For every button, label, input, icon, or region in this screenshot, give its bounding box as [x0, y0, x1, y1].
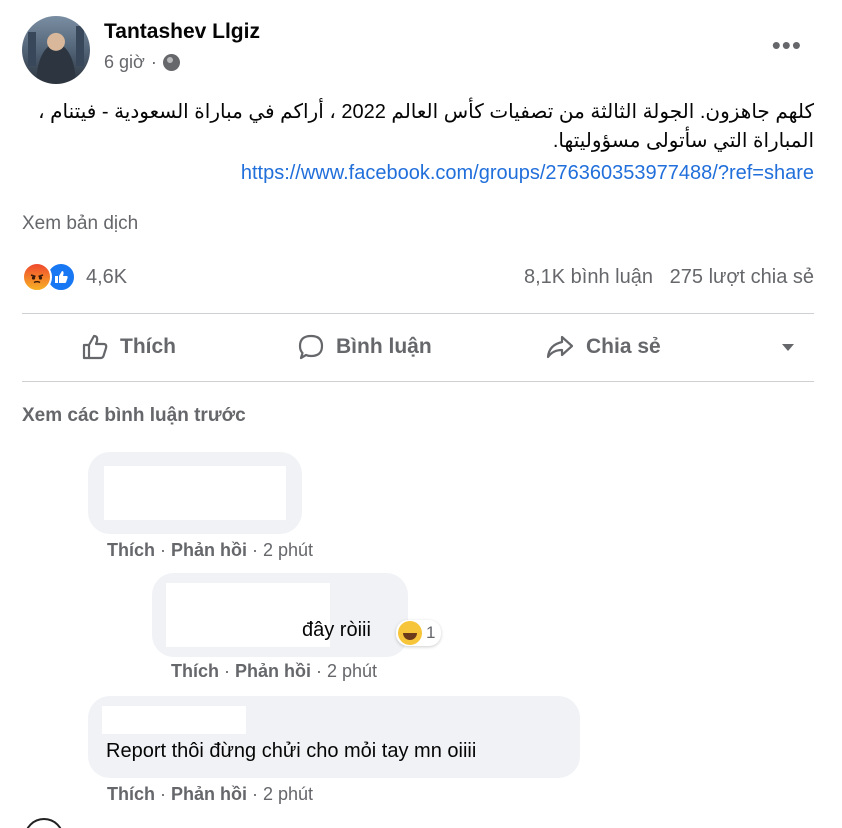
comment-reply-link[interactable]: Phản hồi	[171, 540, 247, 560]
comment-label: Bình luận	[336, 335, 432, 358]
comment-reply-link[interactable]: Phản hồi	[171, 784, 247, 804]
like-button[interactable]: Thích	[80, 332, 176, 362]
post-text: كلهم جاهزون. الجولة الثالثة من تصفيات كأ…	[38, 101, 814, 152]
comment-meta: Thích · Phản hồi · 2 phút	[107, 784, 314, 804]
comment-icon	[298, 334, 324, 360]
comment-reaction-count: 1	[426, 623, 436, 642]
redacted-content	[104, 466, 286, 520]
haha-icon	[398, 621, 422, 645]
post-meta: 6 giờ ·	[104, 52, 180, 73]
reactions-summary[interactable]: 4,6K	[22, 262, 127, 292]
comment-meta: Thích · Phản hồi · 2 phút	[171, 661, 378, 681]
post-link[interactable]: https://www.facebook.com/groups/27636035…	[241, 162, 814, 185]
share-button[interactable]: Chia sẻ	[544, 332, 661, 362]
share-count[interactable]: 275 lượt chia sẻ	[670, 266, 814, 288]
divider	[22, 313, 814, 314]
avatar[interactable]	[24, 818, 64, 828]
comment-text: đây ròiii	[302, 619, 371, 641]
comment-text: Report thôi đừng chửi cho mỏi tay mn oii…	[106, 740, 477, 762]
divider	[22, 381, 814, 382]
see-translation-link[interactable]: Xem bản dịch	[22, 213, 138, 235]
more-options-icon[interactable]: •••	[772, 30, 802, 61]
redacted-content	[102, 706, 246, 734]
comment-bubble: đây ròiii	[152, 573, 408, 657]
comment-time[interactable]: 2 phút	[263, 540, 313, 560]
comment-time[interactable]: 2 phút	[263, 784, 313, 804]
chevron-down-icon[interactable]	[782, 344, 794, 351]
comment-bubble	[88, 452, 302, 534]
thumbs-up-icon	[82, 334, 108, 360]
globe-icon	[162, 54, 180, 71]
comment-reply-link[interactable]: Phản hồi	[235, 661, 311, 681]
author-avatar[interactable]	[22, 16, 90, 84]
comment-like-link[interactable]: Thích	[171, 661, 219, 681]
reaction-count: 4,6K	[86, 265, 128, 288]
comment-bubble: Report thôi đừng chửi cho mỏi tay mn oii…	[88, 696, 580, 778]
comment-count[interactable]: 8,1K bình luận	[524, 266, 653, 288]
post-time[interactable]: 6 giờ	[104, 52, 145, 73]
like-label: Thích	[120, 335, 176, 358]
post-stats: 8,1K bình luận 275 lượt chia sẻ	[524, 266, 814, 289]
author-name[interactable]: Tantashev Llgiz	[104, 20, 260, 44]
share-icon	[546, 335, 574, 359]
view-previous-comments-link[interactable]: Xem các bình luận trước	[22, 405, 246, 427]
comment-button[interactable]: Bình luận	[296, 332, 432, 362]
comment-like-link[interactable]: Thích	[107, 784, 155, 804]
share-label: Chia sẻ	[586, 335, 661, 358]
comment-like-link[interactable]: Thích	[107, 540, 155, 560]
comment-reaction[interactable]: 1	[396, 620, 442, 646]
comment-time[interactable]: 2 phút	[327, 661, 377, 681]
comment-meta: Thích · Phản hồi · 2 phút	[107, 540, 314, 560]
angry-icon	[22, 262, 52, 292]
